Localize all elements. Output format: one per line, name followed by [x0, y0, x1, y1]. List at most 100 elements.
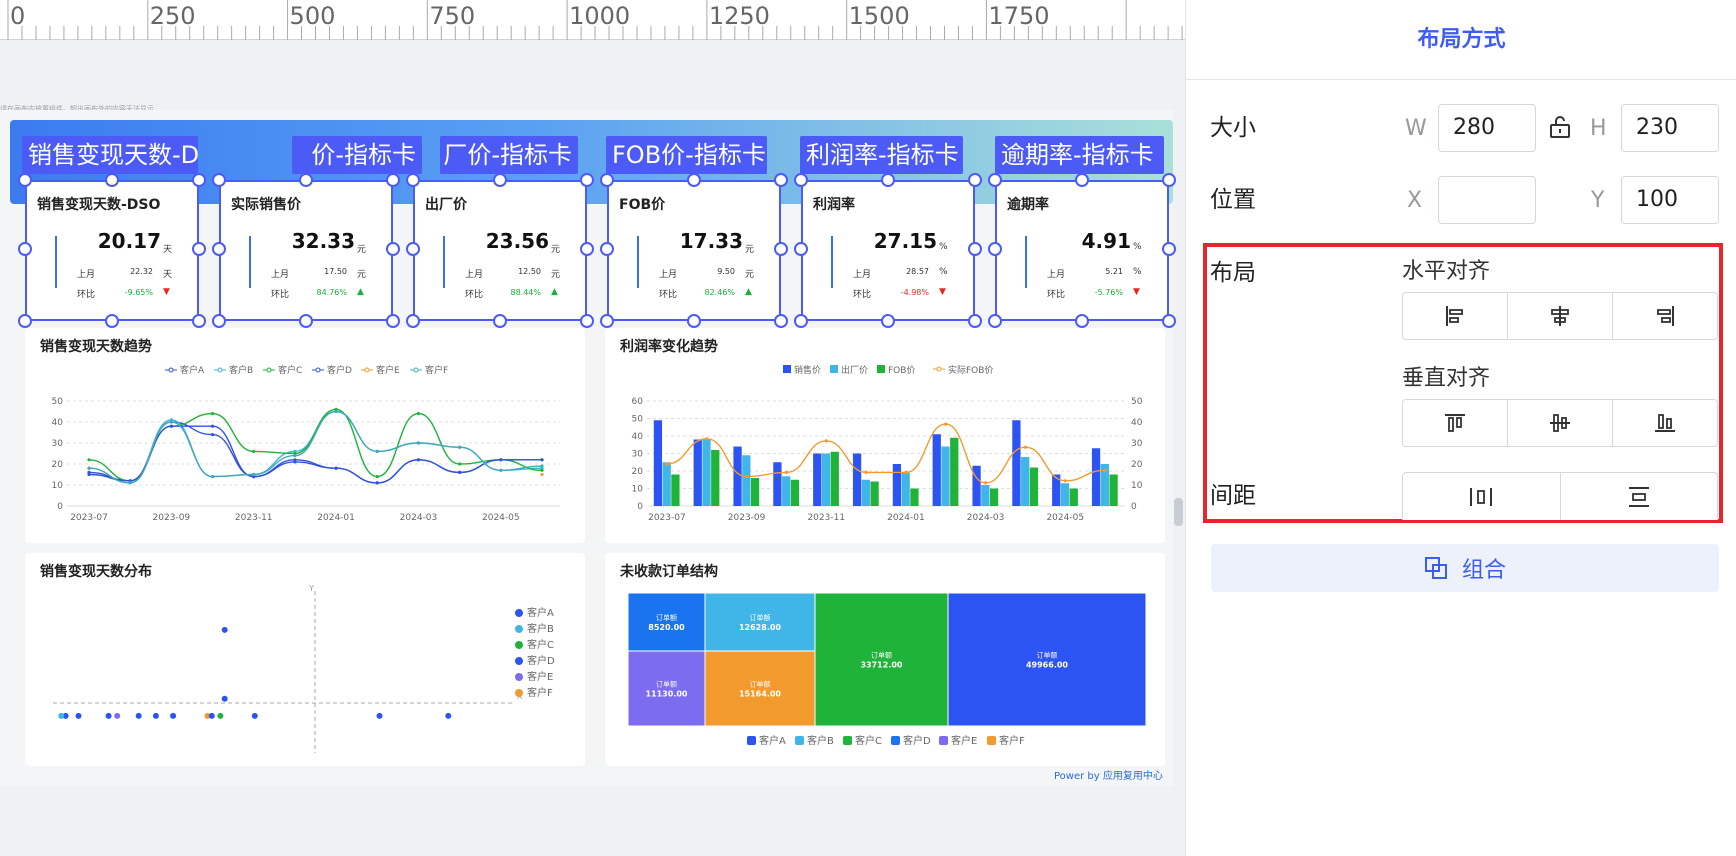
vertical-scrollbar[interactable] [1174, 498, 1183, 526]
align-left-button[interactable] [1403, 293, 1508, 339]
height-input[interactable]: 230 [1621, 104, 1719, 152]
design-canvas[interactable]: 0 250 500 750 1000 1250 1500 1750 请在画布内放置组件，超出画… [0, 0, 1185, 856]
resize-handle[interactable] [687, 173, 701, 187]
data-point [983, 481, 988, 485]
horizontal-align-label: 水平对齐 [1402, 259, 1491, 284]
resize-handle[interactable] [881, 173, 895, 187]
resize-handle[interactable] [406, 173, 420, 187]
kpi-card[interactable]: 逾期率 4.91% 上月 5.21% 环比 -5.76% ▼ [995, 180, 1169, 321]
resize-handle[interactable] [406, 314, 420, 328]
kpi-card[interactable]: 销售变现天数-DSO 20.17 天上月 22.32 天环比 -9.65% ▼ [25, 180, 199, 321]
x-input[interactable] [1438, 176, 1536, 224]
resize-handle[interactable] [687, 314, 701, 328]
resize-handle[interactable] [1075, 314, 1089, 328]
legend-label: 客户D [327, 364, 352, 376]
resize-handle[interactable] [1162, 242, 1176, 256]
resize-handle[interactable] [18, 173, 32, 187]
resize-handle[interactable] [105, 314, 119, 328]
resize-handle[interactable] [600, 242, 614, 256]
resize-handle[interactable] [212, 173, 226, 187]
spacing-label: 间距 [1210, 483, 1256, 509]
align-right-button[interactable] [1613, 293, 1717, 339]
align-top-button[interactable] [1403, 400, 1508, 446]
resize-handle[interactable] [386, 242, 400, 256]
resize-handle[interactable] [881, 314, 895, 328]
resize-handle[interactable] [1162, 314, 1176, 328]
resize-handle[interactable] [600, 314, 614, 328]
width-input[interactable]: 280 [1438, 104, 1536, 152]
tick-label: 2024-05 [1046, 513, 1084, 523]
resize-handle[interactable] [192, 242, 206, 256]
resize-handle[interactable] [988, 173, 1002, 187]
resize-handle[interactable] [774, 242, 788, 256]
legend-label: 销售价 [794, 364, 821, 376]
resize-handle[interactable] [968, 314, 982, 328]
tick-label: 2023-09 [153, 513, 191, 523]
layout-label: 布局 [1210, 260, 1256, 286]
data-point [293, 458, 297, 462]
y-input[interactable]: 100 [1621, 176, 1719, 224]
resize-handle[interactable] [192, 173, 206, 187]
resize-handle[interactable] [212, 314, 226, 328]
resize-handle[interactable] [299, 314, 313, 328]
legend-swatch [891, 736, 900, 745]
resize-handle[interactable] [493, 173, 507, 187]
resize-handle[interactable] [192, 314, 206, 328]
distribute-vertical-button[interactable] [1561, 473, 1718, 520]
resize-handle[interactable] [212, 242, 226, 256]
legend-swatch [877, 365, 885, 373]
power-by-link[interactable]: Power by 应用复用中心 [1054, 767, 1163, 782]
prev-unit: 元 [551, 270, 561, 280]
resize-handle[interactable] [774, 314, 788, 328]
legend-marker [315, 367, 321, 373]
resize-handle[interactable] [493, 314, 507, 328]
resize-handle[interactable] [299, 173, 313, 187]
kpi-card[interactable]: FOB价 17.33 元上月 9.50 元环比 82.46% ▲ [607, 180, 781, 321]
w-axis-label: W [1405, 116, 1427, 141]
align-center-h-button[interactable] [1508, 293, 1613, 339]
legend-swatch [830, 365, 838, 373]
legend-swatch [843, 736, 852, 745]
resize-handle[interactable] [18, 314, 32, 328]
combine-button[interactable]: 组合 [1211, 544, 1719, 592]
resize-handle[interactable] [794, 173, 808, 187]
legend-marker [515, 657, 523, 665]
resize-handle[interactable] [1075, 173, 1089, 187]
align-middle-button[interactable] [1508, 400, 1613, 446]
data-point [169, 424, 173, 428]
resize-handle[interactable] [386, 173, 400, 187]
kpi-card[interactable]: 利润率 27.15% 上月 28.57% 环比 -4.98% ▼ [801, 180, 975, 321]
kpi-card[interactable]: 实际销售价 32.33 元上月 17.50 元环比 84.76% ▲ [219, 180, 393, 321]
resize-handle[interactable] [600, 173, 614, 187]
resize-handle[interactable] [794, 314, 808, 328]
distribute-horizontal-button[interactable] [1403, 473, 1561, 520]
data-point [416, 441, 421, 445]
resize-handle[interactable] [968, 173, 982, 187]
resize-handle[interactable] [794, 242, 808, 256]
align-bottom-button[interactable] [1613, 400, 1717, 446]
resize-handle[interactable] [580, 242, 594, 256]
ruler-label: 0 [10, 2, 26, 30]
data-point [824, 439, 828, 443]
component-name-tag: 价-指标卡 [292, 136, 422, 174]
resize-handle[interactable] [1162, 173, 1176, 187]
vertical-align-label: 垂直对齐 [1402, 366, 1491, 391]
component-name-tag: FOB价-指标卡 [606, 136, 767, 174]
cell-value: 15164.00 [739, 690, 781, 699]
resize-handle[interactable] [18, 242, 32, 256]
resize-handle[interactable] [386, 314, 400, 328]
resize-handle[interactable] [988, 314, 1002, 328]
lock-ratio-icon[interactable] [1548, 115, 1572, 143]
bar [1012, 420, 1021, 506]
resize-handle[interactable] [580, 314, 594, 328]
resize-handle[interactable] [988, 242, 1002, 256]
bar [821, 453, 831, 506]
resize-handle[interactable] [406, 242, 420, 256]
resize-handle[interactable] [968, 242, 982, 256]
prev-label: 上月 [1047, 270, 1066, 280]
kpi-card[interactable]: 出厂价 23.56 元上月 12.50 元环比 88.44% ▲ [413, 180, 587, 321]
resize-handle[interactable] [580, 173, 594, 187]
resize-handle[interactable] [105, 173, 119, 187]
resize-handle[interactable] [774, 173, 788, 187]
kpi-title: 出厂价 [425, 197, 467, 213]
